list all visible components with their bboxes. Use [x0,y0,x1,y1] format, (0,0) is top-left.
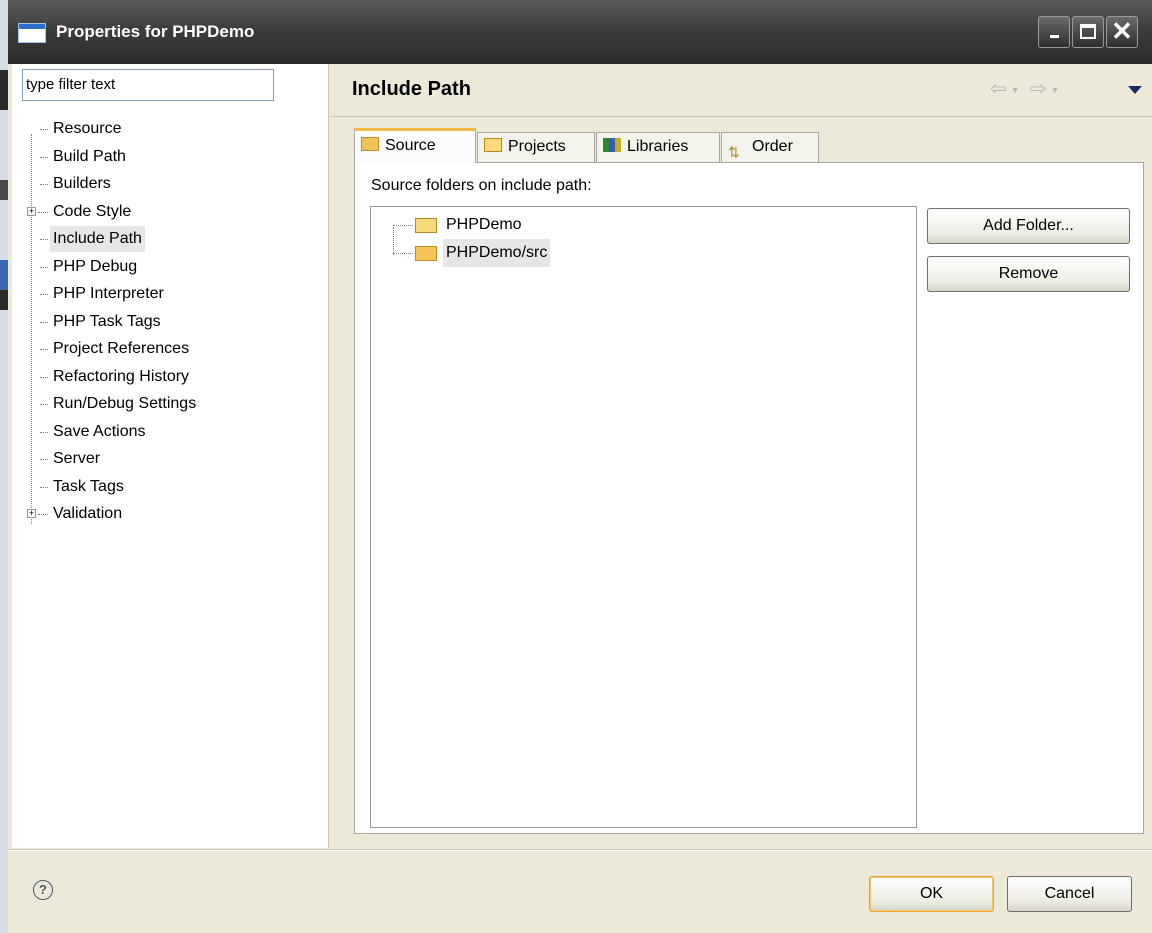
sidebar-item-server[interactable]: Server [12,446,312,472]
remove-button[interactable]: Remove [927,256,1130,292]
sidebar-item-code-style[interactable]: + Code Style [12,199,312,225]
sidebar-item-resource[interactable]: Resource [12,116,312,142]
help-icon[interactable]: ? [33,880,53,900]
tab-source-label: Source [385,137,436,154]
sidebar-item-label: Save Actions [53,422,146,440]
forward-history-chevron-down-icon[interactable]: ▼ [1050,85,1059,95]
source-item-label: PHPDemo/src [443,239,551,267]
sidebar-item-refactoring-history[interactable]: Refactoring History [12,364,312,390]
sidebar-item-label: Task Tags [53,477,124,495]
source-folders-label: Source folders on include path: [371,177,592,194]
desktop-edge [0,0,8,933]
minimize-button[interactable] [1038,16,1070,48]
window-title: Properties for PHPDemo [56,22,255,41]
title-bar: Properties for PHPDemo ✕ [8,0,1152,64]
project-folder-icon [415,218,437,233]
page-title: Include Path [352,78,471,100]
maximize-button[interactable] [1072,16,1104,48]
sidebar-item-label: PHP Debug [53,257,138,275]
sidebar-item-label: Resource [53,120,122,137]
sidebar-item-php-task-tags[interactable]: PHP Task Tags [12,309,312,335]
libraries-icon [603,137,621,152]
sidebar-item-label: Project References [53,340,190,357]
property-page-tree-panel: type filter text Resource Build Path Build… [12,64,329,848]
expand-icon[interactable]: + [27,206,36,216]
tree-connector [393,227,394,255]
minimize-icon [1050,35,1059,38]
sidebar-item-build-path[interactable]: Build Path [12,144,312,170]
source-folder-icon [415,246,437,261]
view-menu-icon[interactable] [1128,86,1142,94]
sidebar-item-save-actions[interactable]: Save Actions [12,419,312,445]
close-button[interactable]: ✕ [1106,16,1138,48]
sidebar-item-label: PHP Task Tags [53,312,161,330]
window-icon [18,23,46,43]
sidebar-item-label: Run/Debug Settings [53,395,197,412]
sidebar-item-label: Validation [53,505,123,522]
tab-order-label: Order [752,138,793,155]
sidebar-item-label: Builders [53,175,111,192]
sidebar-item-include-path[interactable]: Include Path [12,226,312,252]
sidebar-item-project-references[interactable]: Project References [12,336,312,362]
sidebar-item-label: Refactoring History [53,367,190,385]
sidebar-item-label: Build Path [53,147,126,165]
project-folder-icon [484,137,502,152]
tab-source[interactable]: Source [354,128,476,163]
cancel-button[interactable]: Cancel [1007,876,1132,912]
sidebar-item-label: Server [53,450,101,467]
tab-libraries-label: Libraries [627,138,689,155]
main-content: Include Path ⇦ ▼ ⇨ ▼ Source Projects Librar… [330,64,1152,848]
arrow-left-icon[interactable]: ⇦ [990,76,1007,101]
source-tab-panel: Source folders on include path: PHPDemo … [354,162,1144,834]
close-icon: ✕ [1111,16,1133,46]
sidebar-item-label: Code Style [53,202,132,220]
tab-order[interactable]: ⇅ Order [721,132,819,162]
tab-projects-label: Projects [508,138,566,155]
tab-libraries[interactable]: Libraries [596,132,720,162]
filter-input[interactable]: type filter text [22,69,274,101]
expand-icon[interactable]: + [27,509,36,518]
sidebar-item-builders[interactable]: Builders [12,171,312,197]
sidebar-item-label: PHP Interpreter [53,285,164,302]
header-divider [330,116,1152,117]
sidebar-item-php-interpreter[interactable]: PHP Interpreter [12,281,312,307]
page-navigation: ⇦ ▼ ⇨ ▼ [990,76,1142,101]
ok-button[interactable]: OK [869,876,994,912]
back-history-chevron-down-icon[interactable]: ▼ [1011,85,1020,95]
sidebar-item-task-tags[interactable]: Task Tags [12,474,312,500]
sidebar-item-validation[interactable]: + Validation [12,501,312,527]
maximize-icon [1080,24,1096,39]
properties-dialog: Properties for PHPDemo ✕ type filter tex… [8,0,1152,933]
source-folder-icon [361,136,379,151]
add-folder-button[interactable]: Add Folder... [927,208,1130,244]
arrow-right-icon[interactable]: ⇨ [1030,76,1047,101]
sidebar-item-label: Include Path [50,226,145,252]
footer-divider [8,850,1152,851]
source-item-label: PHPDemo [446,216,522,233]
sidebar-item-php-debug[interactable]: PHP Debug [12,254,312,280]
tab-projects[interactable]: Projects [477,132,595,162]
order-icon: ⇅ [728,143,740,160]
sidebar-item-run-debug-settings[interactable]: Run/Debug Settings [12,391,312,417]
source-folder-tree[interactable]: PHPDemo PHPDemo/src [370,206,917,828]
